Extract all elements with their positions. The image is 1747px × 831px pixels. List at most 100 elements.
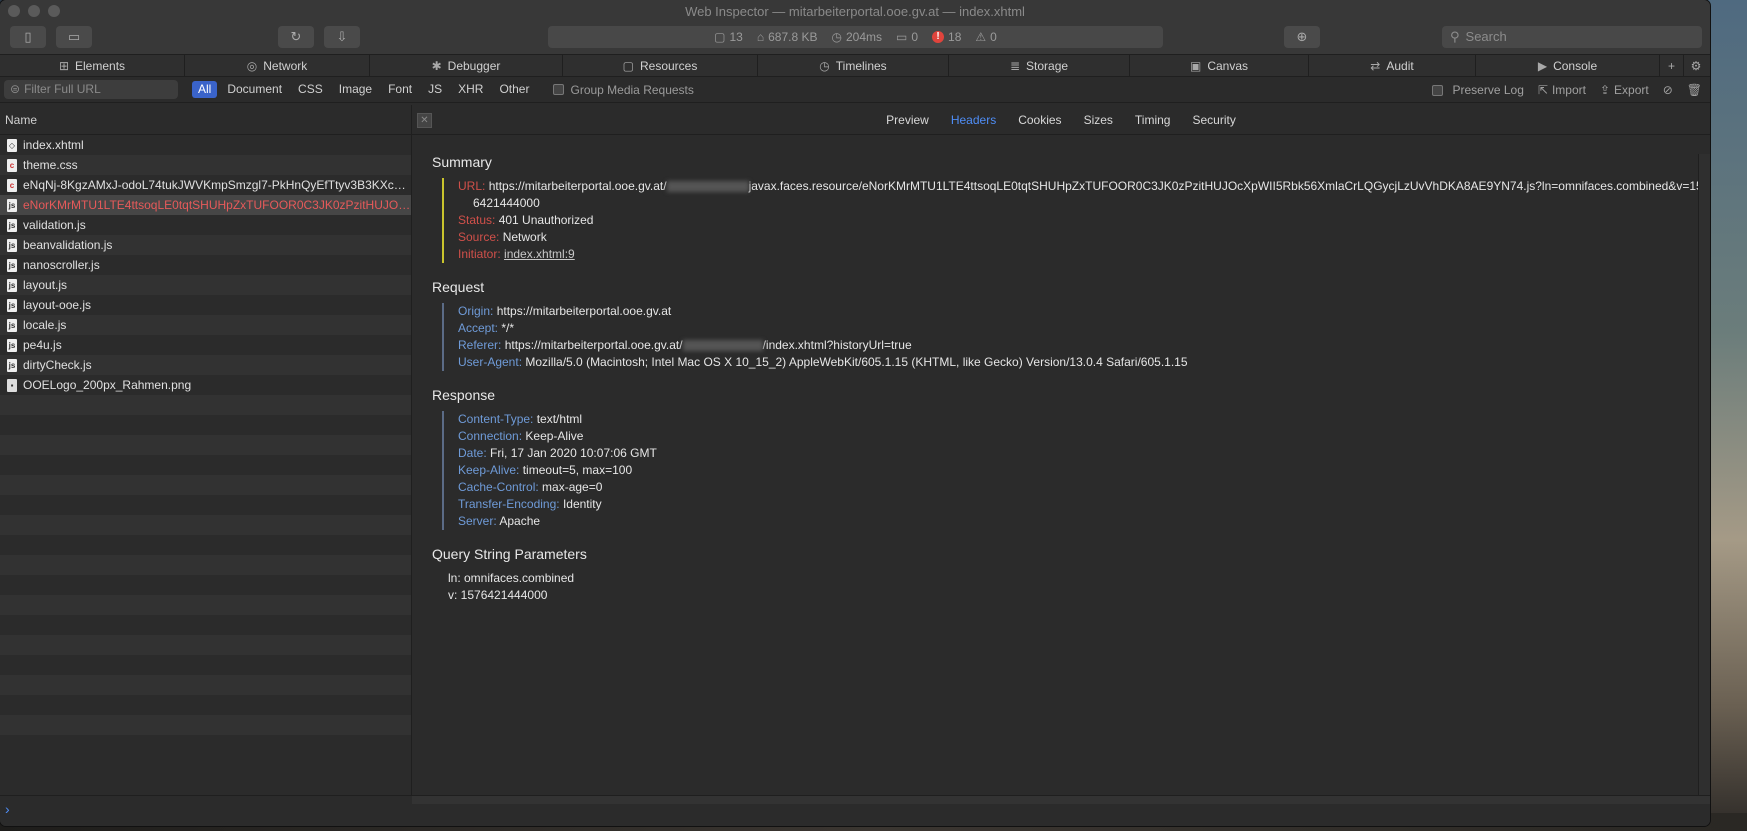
settings-button[interactable]: ⚙	[1684, 55, 1708, 76]
list-item[interactable]: js validation.js	[0, 215, 411, 235]
query-block: ln: omnifaces.combined v: 1576421444000	[432, 570, 1710, 604]
tab-timing[interactable]: Timing	[1135, 113, 1171, 127]
zoom-window-button[interactable]	[48, 5, 60, 17]
close-window-button[interactable]	[8, 5, 20, 17]
tab-debugger[interactable]: ✱ Debugger	[370, 55, 563, 76]
filter-image[interactable]: Image	[333, 81, 378, 98]
empty-row	[0, 455, 411, 475]
list-item[interactable]: ▪ OOELogo_200px_Rahmen.png	[0, 375, 411, 395]
dashboard[interactable]: ▢ 13 ⌂ 687.8 KB ◷ 204ms ▭ 0 ! 18 ⚠ 0	[548, 26, 1163, 48]
tab-console[interactable]: ▶ Console	[1476, 55, 1660, 76]
response-title: Response	[432, 387, 496, 403]
list-item[interactable]: js layout-ooe.js	[0, 295, 411, 315]
export-button[interactable]: ⇪ Export	[1600, 83, 1649, 97]
tab-storage[interactable]: ≣ Storage	[949, 55, 1130, 76]
filter-document[interactable]: Document	[221, 81, 288, 98]
debugger-icon: ✱	[431, 58, 442, 73]
title-bar: Web Inspector — mitarbeiterportal.ooe.gv…	[0, 0, 1710, 23]
checkbox[interactable]	[553, 84, 565, 95]
desktop-background	[1707, 0, 1747, 831]
filter-icon: ⊜	[10, 82, 21, 96]
group-media-checkbox[interactable]: Group Media Requests	[553, 83, 694, 97]
horizontal-scrollbar[interactable]	[412, 796, 1710, 804]
filter-font[interactable]: Font	[382, 81, 418, 98]
disable-cache-button[interactable]: ⊘	[1663, 83, 1673, 97]
tab-sizes[interactable]: Sizes	[1084, 113, 1113, 127]
response-header: Transfer-Encoding: Identity	[458, 497, 602, 511]
column-header-name[interactable]: Name	[0, 105, 411, 135]
load-time: ◷ 204ms	[831, 30, 882, 44]
tab-canvas[interactable]: ▣ Canvas	[1130, 55, 1309, 76]
summary-url: URL: https://mitarbeiterportal.ooe.gv.at…	[458, 179, 1710, 210]
filter-xhr[interactable]: XHR	[452, 81, 489, 98]
list-item[interactable]: js dirtyCheck.js	[0, 355, 411, 375]
export-icon: ⇪	[1599, 83, 1611, 97]
list-item[interactable]: js beanvalidation.js	[0, 235, 411, 255]
web-inspector-window: Web Inspector — mitarbeiterportal.ooe.gv…	[0, 0, 1710, 826]
tab-audit[interactable]: ⇄ Audit	[1309, 55, 1476, 76]
import-button[interactable]: ⇱ Import	[1538, 83, 1586, 97]
filter-css[interactable]: CSS	[292, 81, 329, 98]
checkbox[interactable]	[1431, 84, 1443, 96]
tab-resources[interactable]: ▢ Resources	[563, 55, 758, 76]
close-detail-button[interactable]: ✕	[417, 113, 432, 128]
list-item-selected[interactable]: js eNorKMrMTU1LTE4ttsoqLE0tqtSHUHpZxTUFOO…	[0, 195, 411, 215]
empty-row	[0, 555, 411, 575]
empty-row	[0, 615, 411, 635]
response-header: Keep-Alive: timeout=5, max=100	[458, 463, 633, 477]
js-file-icon: js	[7, 218, 17, 232]
js-file-icon: js	[7, 358, 17, 372]
network-main: Name ◇ index.xhtml c theme.css c eNqNj-8Kgz…	[0, 105, 1710, 799]
window-controls	[8, 5, 60, 17]
elements-icon: ⊞	[58, 58, 70, 73]
tab-network[interactable]: ◎ Network	[185, 55, 370, 76]
css-file-icon: c	[7, 158, 17, 172]
download-icon: ⇩	[336, 29, 348, 44]
list-item[interactable]: js nanoscroller.js	[0, 255, 411, 275]
crosshair-icon: ⊕	[1296, 29, 1308, 44]
js-file-icon: js	[7, 338, 17, 352]
reload-button[interactable]: ↻	[278, 26, 314, 48]
list-item[interactable]: js layout.js	[0, 275, 411, 295]
console-prompt-bar[interactable]: ›	[0, 795, 1710, 826]
request-accept: Accept: */*	[458, 321, 515, 335]
tab-preview[interactable]: Preview	[886, 113, 929, 127]
initiator-link[interactable]: index.xhtml:9	[504, 247, 575, 261]
search-input[interactable]: ⚲ Search	[1442, 26, 1702, 48]
minimize-window-button[interactable]	[28, 5, 40, 17]
filter-url-input[interactable]: ⊜ Filter Full URL	[4, 80, 178, 99]
tab-elements[interactable]: ⊞ Elements	[0, 55, 185, 76]
inspect-element-button[interactable]: ⊕	[1284, 26, 1320, 48]
preserve-log-checkbox[interactable]: Preserve Log	[1431, 83, 1524, 97]
clear-log-button[interactable]: 🗑	[1687, 83, 1702, 97]
response-header: Date: Fri, 17 Jan 2020 10:07:06 GMT	[458, 446, 657, 460]
download-button[interactable]: ⇩	[324, 26, 360, 48]
message-icon: ▭	[896, 30, 908, 44]
audit-icon: ⇄	[1370, 58, 1381, 73]
gear-icon: ⚙	[1690, 58, 1702, 73]
scrollbar[interactable]	[1698, 154, 1710, 799]
filter-js[interactable]: JS	[422, 81, 448, 98]
js-file-icon: js	[7, 258, 17, 272]
dock-bottom-button[interactable]: ▭	[56, 26, 92, 48]
empty-row	[0, 515, 411, 535]
list-item[interactable]: ◇ index.xhtml	[0, 135, 411, 155]
list-item[interactable]: c eNqNj-8KgzAMxJ-odoL74tukJWVKmpSmzgl7-Pk…	[0, 175, 411, 195]
filter-other[interactable]: Other	[493, 81, 535, 98]
tab-timelines[interactable]: ◷ Timelines	[758, 55, 949, 76]
canvas-icon: ▣	[1189, 58, 1202, 73]
new-tab-button[interactable]: +	[1660, 55, 1684, 76]
tab-cookies[interactable]: Cookies	[1018, 113, 1061, 127]
resource-rows: ◇ index.xhtml c theme.css c eNqNj-8KgzAMxJ-…	[0, 135, 411, 755]
list-item[interactable]: js pe4u.js	[0, 335, 411, 355]
trash-icon: 🗑	[1686, 83, 1702, 97]
tab-security[interactable]: Security	[1192, 113, 1235, 127]
tab-headers[interactable]: Headers	[951, 113, 996, 127]
filter-all[interactable]: All	[192, 81, 218, 98]
window-title: Web Inspector — mitarbeiterportal.ooe.gv…	[685, 4, 1025, 19]
request-referer: Referer: https://mitarbeiterportal.ooe.g…	[458, 338, 912, 352]
list-item[interactable]: js locale.js	[0, 315, 411, 335]
dock-side-button[interactable]: ▯	[10, 26, 46, 48]
list-item[interactable]: c theme.css	[0, 155, 411, 175]
clock-icon: ◷	[831, 30, 842, 44]
